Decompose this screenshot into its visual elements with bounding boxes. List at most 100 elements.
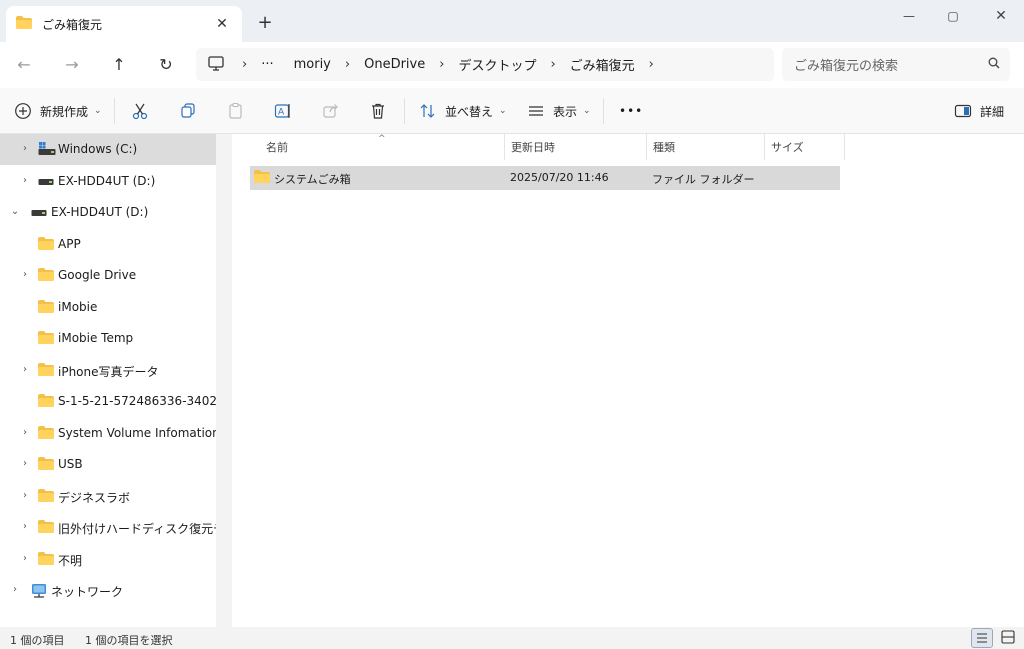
column-divider[interactable] (504, 134, 505, 160)
chevron-right-icon[interactable]: › (20, 522, 30, 532)
title-bar: ごみ箱復元 ✕ + — ▢ ✕ (0, 0, 1024, 42)
view-button[interactable]: 表示 ⌄ (527, 100, 591, 122)
breadcrumb-separator[interactable]: › (345, 57, 350, 72)
sidebar-item[interactable]: ⌄ EX-HDD4UT (D:) (0, 197, 216, 228)
folder-icon (38, 394, 54, 410)
more-options-button[interactable]: ••• (619, 100, 643, 122)
tab-active[interactable]: ごみ箱復元 ✕ (6, 6, 242, 42)
sidebar-item[interactable]: › Windows (C:) (0, 134, 216, 165)
tiles-view-button[interactable] (998, 628, 1020, 648)
sidebar-item[interactable]: APP (0, 229, 216, 260)
trash-icon (369, 102, 387, 120)
sidebar-item[interactable]: › デジネスラボ (0, 481, 216, 512)
breadcrumb-item[interactable]: ごみ箱復元 (570, 55, 635, 74)
search-box[interactable]: ごみ箱復元の検索 (782, 48, 1010, 81)
up-button[interactable]: ↑ (107, 54, 131, 76)
breadcrumb-separator[interactable]: › (649, 57, 654, 72)
rename-button[interactable]: A (274, 100, 292, 122)
chevron-down-icon: ⌄ (583, 106, 591, 116)
chevron-right-icon[interactable]: › (20, 144, 30, 154)
toolbar-divider (603, 98, 604, 124)
new-button-label: 新規作成 (40, 104, 89, 119)
search-icon[interactable] (988, 57, 1000, 72)
toolbar-divider (404, 98, 405, 124)
sidebar-item[interactable]: › Google Drive (0, 260, 216, 291)
plus-circle-icon (14, 102, 32, 120)
scissors-icon (131, 102, 149, 120)
chevron-right-icon[interactable]: › (20, 365, 30, 375)
sidebar-item[interactable]: › iPhone写真データ (0, 355, 216, 386)
sidebar-item[interactable]: › System Volume Infomation (0, 418, 216, 449)
column-header-name[interactable]: 名前 (266, 134, 288, 160)
cut-button[interactable] (131, 100, 149, 122)
sidebar-item-label: APP (58, 237, 81, 251)
back-button[interactable]: ← (12, 54, 36, 76)
chevron-right-icon[interactable]: › (20, 270, 30, 280)
command-bar: 新規作成 ⌄ A 並べ替え ⌄ 表示 ⌄ ••• 詳細 (0, 88, 1024, 134)
breadcrumb-item[interactable]: moriy (294, 57, 331, 72)
folder-icon (38, 520, 54, 536)
pane-splitter[interactable] (216, 134, 232, 627)
chevron-right-icon[interactable]: › (20, 176, 30, 186)
sidebar-item[interactable]: › 不明 (0, 544, 216, 575)
sidebar-item-label: デジネスラボ (58, 491, 131, 505)
folder-icon (38, 237, 54, 253)
sidebar-item[interactable]: › ネットワーク (0, 575, 216, 606)
address-bar[interactable]: › ··· moriy › OneDrive › デスクトップ › ごみ箱復元 … (196, 48, 774, 81)
details-view-icon (977, 633, 987, 643)
breadcrumb-overflow[interactable]: ··· (261, 57, 273, 72)
file-name[interactable]: システムごみ箱 (274, 171, 351, 187)
search-placeholder[interactable]: ごみ箱復元の検索 (794, 55, 988, 74)
details-label: 詳細 (980, 104, 1005, 119)
sidebar-item[interactable]: S-1-5-21-572486336-3402320 (0, 386, 216, 417)
sidebar-item[interactable]: › 旧外付けハードディスク復元データ (0, 512, 216, 543)
share-icon (322, 102, 340, 120)
column-header-size[interactable]: サイズ (771, 134, 804, 160)
chevron-right-icon[interactable]: › (20, 459, 30, 469)
column-divider[interactable] (764, 134, 765, 160)
maximize-button[interactable]: ▢ (938, 6, 968, 26)
file-row[interactable]: システムごみ箱 2025/07/20 11:46 ファイル フォルダー (250, 166, 840, 190)
breadcrumb-item[interactable]: デスクトップ (458, 55, 536, 74)
chevron-right-icon[interactable]: › (20, 428, 30, 438)
monitor-icon[interactable] (208, 55, 224, 74)
sidebar-item[interactable]: › EX-HDD4UT (D:) (0, 166, 216, 197)
chevron-right-icon[interactable]: › (20, 491, 30, 501)
sidebar-item[interactable]: › USB (0, 449, 216, 480)
tab-close-button[interactable]: ✕ (214, 16, 230, 32)
copy-button[interactable] (179, 100, 197, 122)
paste-button[interactable] (227, 100, 245, 122)
sort-button[interactable]: 並べ替え ⌄ (419, 100, 507, 122)
sidebar-item-label: iMobie Temp (58, 331, 134, 345)
breadcrumb-separator[interactable]: › (550, 57, 555, 72)
chevron-down-icon[interactable]: ⌄ (10, 207, 20, 217)
tab-title: ごみ箱復元 (42, 17, 103, 32)
breadcrumb-item[interactable]: OneDrive (364, 57, 425, 72)
view-button-label: 表示 (553, 104, 578, 119)
details-view-button[interactable] (971, 628, 993, 648)
close-window-button[interactable]: ✕ (986, 6, 1016, 26)
new-button[interactable]: 新規作成 ⌄ (14, 100, 102, 122)
chevron-right-icon[interactable]: › (20, 554, 30, 564)
delete-button[interactable] (369, 100, 387, 122)
column-header-type[interactable]: 種類 (653, 134, 675, 160)
status-bar: 1 個の項目 1 個の項目を選択 (0, 627, 1024, 649)
new-tab-button[interactable]: + (256, 14, 274, 32)
navigation-bar: ← → ↑ ↻ › ··· moriy › OneDrive › デスクトップ … (0, 42, 1024, 88)
column-divider[interactable] (646, 134, 647, 160)
selection-count: 1 個の項目を選択 (85, 634, 173, 647)
item-count: 1 個の項目 (10, 634, 65, 647)
breadcrumb-separator[interactable]: › (242, 57, 247, 72)
sidebar-item[interactable]: iMobie (0, 292, 216, 323)
sidebar-item[interactable]: iMobie Temp (0, 323, 216, 354)
breadcrumb-separator[interactable]: › (439, 57, 444, 72)
minimize-button[interactable]: — (894, 6, 924, 26)
tiles-view-icon (1001, 630, 1015, 644)
share-button[interactable] (322, 100, 340, 122)
chevron-right-icon[interactable]: › (10, 585, 20, 595)
column-header-date[interactable]: 更新日時 (511, 134, 555, 160)
forward-button[interactable]: → (60, 54, 84, 76)
column-divider[interactable] (844, 134, 845, 160)
details-pane-button[interactable]: 詳細 (954, 100, 1004, 122)
refresh-button[interactable]: ↻ (154, 54, 178, 76)
